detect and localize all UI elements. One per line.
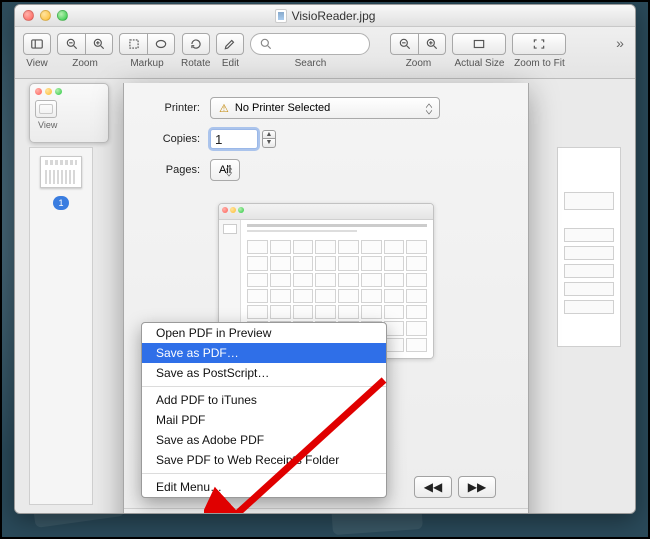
next-page-button[interactable]: ▶▶ <box>458 476 496 498</box>
preview-app-window: VisioReader.jpg View Zoom Markup <box>14 4 636 514</box>
search-icon <box>259 37 273 51</box>
window-title: VisioReader.jpg <box>275 9 376 23</box>
toolbar-view-group: View <box>23 33 51 69</box>
toolbar-rotate-group: Rotate <box>181 33 210 69</box>
toolbar-overflow-icon[interactable]: » <box>611 35 629 53</box>
menu-open-preview[interactable]: Open PDF in Preview <box>142 323 386 343</box>
toolbar-search-label: Search <box>295 58 327 69</box>
printer-select[interactable]: ⚠ No Printer Selected <box>210 97 440 119</box>
actual-size-icon <box>472 37 486 51</box>
oval-icon <box>154 37 168 51</box>
menu-save-as-postscript[interactable]: Save as PostScript… <box>142 363 386 383</box>
toolbar-actual-label: Actual Size <box>454 58 504 69</box>
toolbar-fit-group: Zoom to Fit <box>512 33 566 69</box>
toolbar-search-group: Search <box>250 33 370 69</box>
toolbar-markup-label: Markup <box>130 58 163 69</box>
fit-icon <box>532 37 546 51</box>
stepper-down-icon[interactable]: ▼ <box>262 139 276 148</box>
markup-rect-button[interactable] <box>119 33 147 55</box>
document-icon <box>275 9 287 23</box>
toolbar-zoom2-group: Zoom <box>390 33 446 69</box>
zoom-to-fit-button[interactable] <box>512 33 566 55</box>
zoom-out2-button[interactable] <box>390 33 418 55</box>
toolbar-markup-group: Markup <box>119 33 175 69</box>
zoom-in-button[interactable] <box>85 33 113 55</box>
zoom-out-button[interactable] <box>57 33 85 55</box>
menu-save-web-receipts[interactable]: Save PDF to Web Receipts Folder <box>142 450 386 470</box>
copies-stepper[interactable]: ▲ ▼ <box>262 130 276 148</box>
dialog-button-bar: ? PDF ▼ Show Details Cancel Print <box>124 508 528 514</box>
zoom-out-icon <box>65 37 79 51</box>
thumbnail-page-number: 1 <box>53 196 69 210</box>
zoom-in-icon <box>92 37 106 51</box>
toolbar-rotate-label: Rotate <box>181 58 210 69</box>
toolbar-zoom-group: Zoom <box>57 33 113 69</box>
inner-window: View <box>29 83 109 143</box>
close-icon[interactable] <box>23 10 34 21</box>
zoom-icon[interactable] <box>57 10 68 21</box>
title-text: VisioReader.jpg <box>292 9 376 23</box>
sidebar-icon <box>30 37 44 51</box>
search-field[interactable] <box>250 33 370 55</box>
inner-view-label: View <box>38 120 57 130</box>
pages-select[interactable]: All <box>210 159 240 181</box>
warning-icon: ⚠ <box>219 102 229 115</box>
actual-size-button[interactable] <box>452 33 506 55</box>
window-controls <box>23 10 68 21</box>
inner-view-button <box>35 100 57 118</box>
pages-label: Pages: <box>142 164 210 176</box>
copies-label: Copies: <box>142 133 210 145</box>
toolbar-edit-label: Edit <box>222 58 239 69</box>
menu-edit-menu[interactable]: Edit Menu… <box>142 477 386 497</box>
copies-input[interactable] <box>210 129 258 149</box>
zoom-in2-button[interactable] <box>418 33 446 55</box>
minimize-icon[interactable] <box>40 10 51 21</box>
menu-save-as-pdf[interactable]: Save as PDF… <box>142 343 386 363</box>
edit-button[interactable] <box>216 33 244 55</box>
zoom-out-icon <box>398 37 412 51</box>
document-preview-slice <box>557 147 621 347</box>
pdf-menu: Open PDF in Preview Save as PDF… Save as… <box>141 322 387 498</box>
toolbar-view-label: View <box>26 58 48 69</box>
selection-icon <box>127 37 141 51</box>
printer-label: Printer: <box>142 102 210 114</box>
toolbar-fit-label: Zoom to Fit <box>514 58 565 69</box>
toolbar-actual-group: Actual Size <box>452 33 506 69</box>
menu-mail-pdf[interactable]: Mail PDF <box>142 410 386 430</box>
stepper-up-icon[interactable]: ▲ <box>262 130 276 139</box>
printer-value: No Printer Selected <box>235 102 330 114</box>
toolbar-zoom2-label: Zoom <box>406 58 432 69</box>
menu-save-adobe-pdf[interactable]: Save as Adobe PDF <box>142 430 386 450</box>
zoom-in-icon <box>425 37 439 51</box>
app-body: View Search 1 Printer: ⚠ No Printer Sele… <box>15 79 635 513</box>
menu-add-to-itunes[interactable]: Add PDF to iTunes <box>142 390 386 410</box>
toolbar-zoom-label: Zoom <box>72 58 98 69</box>
markup-oval-button[interactable] <box>147 33 175 55</box>
titlebar[interactable]: VisioReader.jpg <box>15 5 635 27</box>
pages-value: All <box>219 164 231 176</box>
thumbnail-1[interactable] <box>40 156 82 188</box>
pencil-icon <box>223 37 237 51</box>
prev-page-button[interactable]: ◀◀ <box>414 476 452 498</box>
print-dialog-sheet: Printer: ⚠ No Printer Selected Copies: ▲… <box>123 83 529 514</box>
rotate-icon <box>189 37 203 51</box>
thumbnail-sidebar[interactable]: 1 <box>29 147 93 505</box>
toolbar-edit-group: Edit <box>216 33 244 69</box>
preview-nav: ◀◀ ▶▶ <box>414 476 496 498</box>
app-toolbar: View Zoom Markup Rotate Edit <box>15 27 635 79</box>
view-button[interactable] <box>23 33 51 55</box>
rotate-button[interactable] <box>182 33 210 55</box>
